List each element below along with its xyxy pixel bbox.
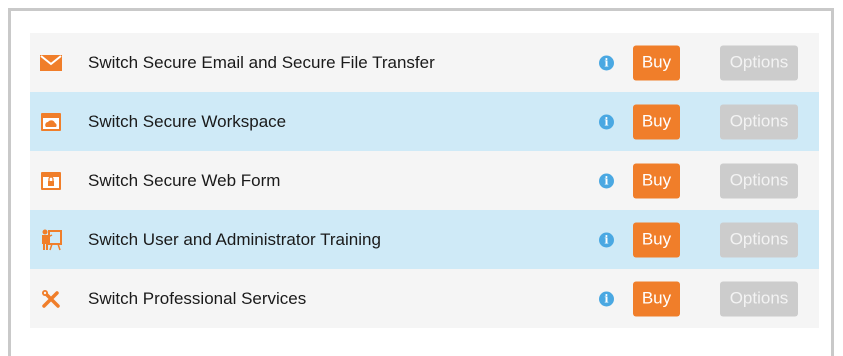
product-name: Switch User and Administrator Training [88,229,381,249]
envelope-icon [40,52,62,74]
options-button[interactable]: Options [720,222,798,257]
options-button[interactable]: Options [720,163,798,198]
buy-button[interactable]: Buy [633,104,680,139]
product-row: Switch Professional Services i Buy Optio… [30,269,819,328]
product-list: Switch Secure Email and Secure File Tran… [30,33,819,328]
lock-window-icon [40,170,62,192]
buy-button[interactable]: Buy [633,45,680,80]
options-button[interactable]: Options [720,45,798,80]
info-icon[interactable]: i [599,114,614,129]
cloud-window-icon [40,111,62,133]
options-button[interactable]: Options [720,281,798,316]
product-row: Switch Secure Email and Secure File Tran… [30,33,819,92]
product-name: Switch Professional Services [88,288,307,308]
product-row: Switch Secure Web Form i Buy Options [30,151,819,210]
product-name: Switch Secure Workspace [88,111,287,131]
product-name: Switch Secure Email and Secure File Tran… [88,52,435,72]
info-icon[interactable]: i [599,232,614,247]
product-panel: Switch Secure Email and Secure File Tran… [8,8,834,356]
presentation-icon [40,229,62,251]
buy-button[interactable]: Buy [633,163,680,198]
buy-button[interactable]: Buy [633,222,680,257]
tools-icon [40,288,62,310]
buy-button[interactable]: Buy [633,281,680,316]
product-row: Switch User and Administrator Training i… [30,210,819,269]
product-name: Switch Secure Web Form [88,170,281,190]
info-icon[interactable]: i [599,291,614,306]
info-icon[interactable]: i [599,55,614,70]
info-icon[interactable]: i [599,173,614,188]
options-button[interactable]: Options [720,104,798,139]
product-row: Switch Secure Workspace i Buy Options [30,92,819,151]
